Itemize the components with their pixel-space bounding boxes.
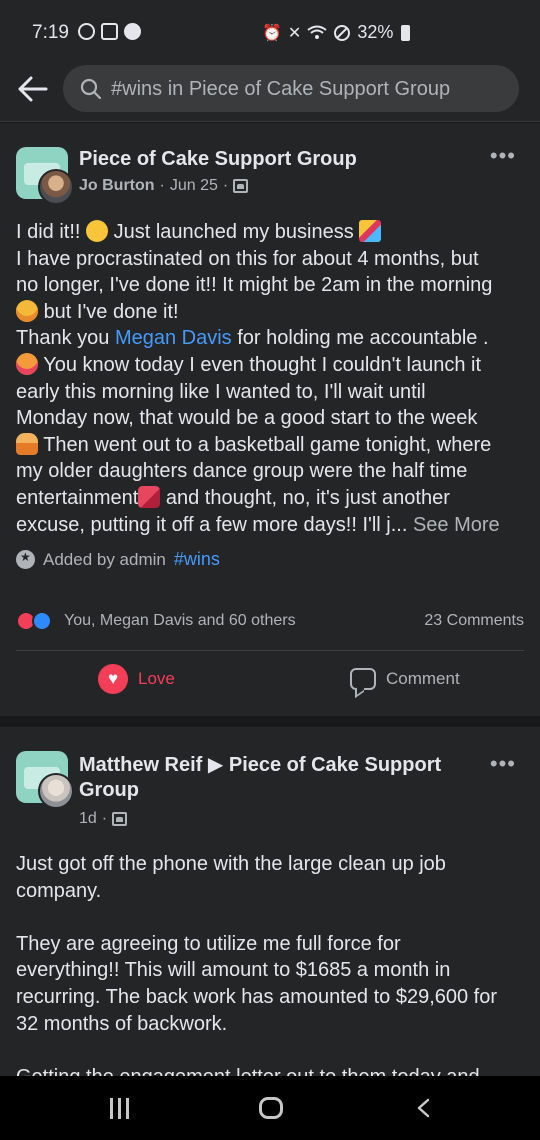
reactions-row: You, Megan Davis and 60 others 23 Commen… — [16, 610, 524, 634]
post-date[interactable]: 1d — [79, 810, 97, 828]
search-icon — [80, 78, 102, 100]
search-input[interactable]: #wins in Piece of Cake Support Group — [63, 65, 519, 112]
mute-icon: ✕ — [287, 24, 302, 42]
group-privacy-icon — [112, 812, 128, 826]
admin-tag-row: Added by admin #wins — [16, 549, 220, 570]
comment-button[interactable]: Comment — [350, 664, 460, 694]
check-circle-icon — [124, 23, 141, 40]
comments-count[interactable]: 23 Comments — [424, 612, 524, 630]
alarm-icon: ⏰ — [262, 24, 282, 42]
battery-percent: 32% — [357, 22, 394, 42]
see-more-link[interactable]: See More — [413, 514, 500, 536]
battery-icon — [401, 24, 411, 41]
user-avatar[interactable] — [38, 169, 74, 205]
post-card: Matthew Reif ▶ Piece of Cake Support Gro… — [0, 727, 540, 1076]
hashtag-link[interactable]: #wins — [174, 549, 220, 570]
post-meta: Jo Burton · Jun 25 · — [79, 177, 249, 195]
reaction-icons[interactable] — [16, 611, 58, 633]
comment-icon — [350, 668, 376, 690]
post-header-title: Matthew Reif ▶ Piece of Cake Support Gro… — [79, 753, 479, 803]
more-options-icon[interactable]: ••• — [490, 753, 516, 775]
person-emoji-icon — [16, 432, 38, 455]
post-group-title-cont[interactable]: Group — [79, 779, 139, 801]
status-left-icons — [78, 23, 141, 40]
reactions-summary[interactable]: You, Megan Davis and 60 others — [64, 612, 296, 630]
like-reaction-icon — [32, 611, 52, 631]
meta-separator: · — [159, 177, 165, 194]
more-options-icon[interactable]: ••• — [490, 145, 516, 167]
clock-icon — [78, 23, 95, 40]
search-header: #wins in Piece of Cake Support Group — [0, 60, 540, 122]
love-label: Love — [138, 669, 175, 688]
admin-badge-icon — [16, 550, 35, 569]
status-bar: 7:19 ⏰ ✕ 32% — [0, 0, 540, 60]
do-not-disturb-icon — [334, 24, 351, 41]
group-privacy-icon — [233, 179, 249, 193]
divider — [16, 650, 524, 651]
smile-emoji-icon — [86, 220, 109, 242]
arrow-icon: ▶ — [207, 754, 224, 776]
post-card: Piece of Cake Support Group Jo Burton · … — [0, 123, 540, 716]
dancer-emoji-icon — [138, 485, 161, 508]
back-arrow-icon[interactable] — [16, 74, 50, 104]
post-meta: 1d · — [79, 810, 128, 828]
gallery-icon — [101, 23, 118, 40]
post-group-title[interactable]: Piece of Cake Support Group — [79, 147, 357, 172]
search-query: #wins in Piece of Cake Support Group — [111, 78, 451, 100]
user-avatar[interactable] — [38, 773, 74, 809]
comment-label: Comment — [386, 669, 460, 688]
post-author[interactable]: Jo Burton — [79, 177, 155, 195]
post-group-title[interactable]: Piece of Cake Support — [229, 754, 441, 776]
wifi-icon — [307, 25, 327, 39]
laughing-emoji-icon — [16, 299, 38, 322]
nav-back-icon[interactable] — [416, 1098, 430, 1118]
recents-icon[interactable] — [110, 1098, 129, 1119]
feed: Piece of Cake Support Group Jo Burton · … — [0, 123, 540, 1076]
home-icon[interactable] — [259, 1097, 283, 1119]
heart-icon: ♥ — [98, 664, 128, 694]
mention-link[interactable]: Megan Davis — [115, 327, 232, 349]
system-nav-bar — [0, 1076, 540, 1140]
added-by-label: Added by admin — [43, 549, 166, 569]
party-popper-emoji-icon — [359, 220, 382, 242]
post-body: Just got off the phone with the large cl… — [16, 853, 498, 1076]
post-date[interactable]: Jun 25 — [170, 177, 218, 195]
post-body: I did it!! Just launched my business I h… — [16, 220, 500, 536]
love-button[interactable]: ♥ Love — [98, 664, 175, 694]
meta-separator: · — [101, 810, 108, 827]
post-author[interactable]: Matthew Reif — [79, 754, 202, 776]
status-time: 7:19 — [32, 22, 69, 43]
meta-separator: · — [222, 177, 229, 194]
status-right-icons: ⏰ ✕ 32% — [262, 22, 411, 43]
smiling-hearts-emoji-icon — [16, 352, 38, 375]
